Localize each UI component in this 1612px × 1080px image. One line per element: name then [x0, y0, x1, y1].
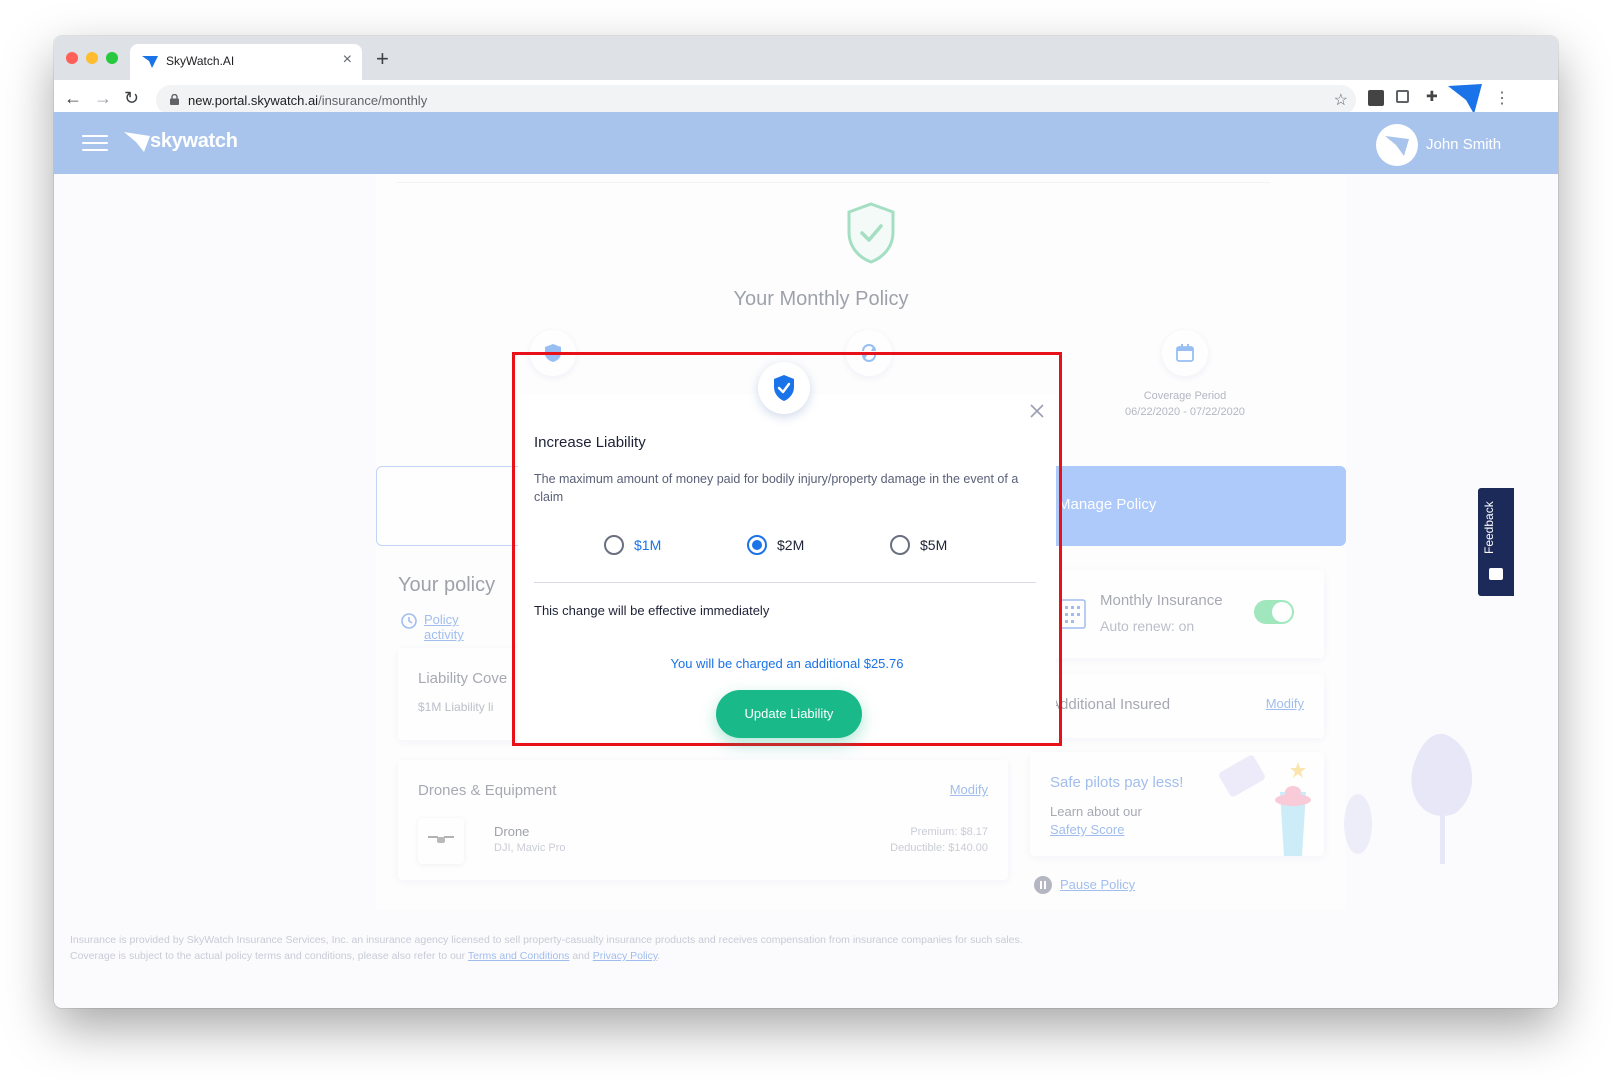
drone-deductible: Deductible: $140.00 — [890, 842, 988, 854]
auto-renew-status: Auto renew: on — [1100, 618, 1195, 634]
tree-illustration-icon — [1344, 733, 1473, 864]
auto-renew-toggle[interactable] — [1254, 600, 1294, 624]
close-tab-icon[interactable]: × — [343, 51, 352, 69]
liability-option-1m-label[interactable]: $1M — [634, 537, 661, 553]
extension-icon[interactable] — [1368, 90, 1384, 106]
pause-icon — [1034, 876, 1052, 894]
grid-extension-icon[interactable] — [1396, 90, 1409, 103]
back-icon[interactable]: ← — [64, 88, 82, 109]
shield-check-icon — [774, 375, 794, 401]
history-icon — [401, 613, 417, 629]
safety-score-link[interactable]: Safety Score — [1050, 822, 1124, 837]
close-icon[interactable] — [1028, 402, 1046, 420]
coverage-period-label: Coverage Period — [1143, 390, 1227, 402]
drone-name: Drone — [494, 824, 530, 839]
effective-notice: This change will be effective immediatel… — [534, 603, 770, 618]
lock-icon — [170, 94, 179, 105]
modal-title: Increase Liability — [534, 434, 646, 451]
page-title: Your Monthly Policy — [733, 288, 909, 310]
skywatch-logo-mark-icon — [124, 132, 150, 152]
browser-menu-icon[interactable]: ⋮ — [1494, 88, 1510, 108]
bookmark-star-icon[interactable]: ☆ — [1334, 90, 1348, 110]
coverage-period-stat — [1162, 330, 1208, 376]
url-domain: new.portal.skywatch.ai — [188, 93, 319, 108]
divider — [396, 182, 1270, 183]
avatar-logo-icon — [1385, 136, 1409, 156]
user-avatar[interactable] — [1376, 124, 1418, 166]
app-header: skywatch John Smith — [54, 112, 1558, 174]
charge-notice: You will be charged an additional $25.76 — [670, 656, 904, 671]
monthly-insurance-title: Monthly Insurance — [1100, 592, 1223, 609]
drone-premium: Premium: $8.17 — [910, 826, 988, 838]
monthly-insurance-panel: Monthly Insurance Auto renew: on — [1030, 570, 1324, 658]
drone-thumbnail — [418, 818, 464, 864]
puzzle-extensions-icon[interactable]: ✚ — [1426, 88, 1442, 104]
url-text: new.portal.skywatch.ai/insurance/monthly — [188, 93, 427, 108]
tab-title: SkyWatch.AI — [166, 54, 235, 68]
safety-promo-title: Safe pilots pay less! — [1050, 774, 1184, 791]
drone-icon — [428, 836, 454, 843]
safety-promo-text: Learn about our — [1050, 804, 1142, 819]
hamburger-menu-icon[interactable] — [82, 135, 108, 153]
close-window-button[interactable] — [66, 52, 78, 64]
liability-option-5m-label[interactable]: $5M — [920, 537, 947, 553]
liability-option-5m-radio[interactable] — [890, 535, 910, 555]
additional-insured-title: Additional Insured — [1050, 696, 1171, 713]
update-liability-button[interactable]: Update Liability — [716, 690, 862, 738]
drones-equipment-panel: Drones & Equipment Modify Drone DJI, Mav… — [398, 760, 1008, 880]
feedback-label: Feedback — [1482, 501, 1496, 554]
drones-equipment-title: Drones & Equipment — [418, 782, 557, 799]
safety-score-panel: Safe pilots pay less! Learn about our Sa… — [1030, 752, 1324, 856]
modal-divider — [534, 582, 1036, 583]
tab-strip: SkyWatch.AI × + — [54, 36, 1558, 80]
feedback-icon — [1489, 568, 1503, 580]
toggle-knob — [1272, 602, 1292, 622]
logo-text: skywatch — [150, 130, 238, 152]
policy-shield-icon — [847, 202, 895, 264]
liability-coverage-value: $1M Liability li — [418, 700, 494, 714]
drones-modify-link[interactable]: Modify — [950, 782, 988, 797]
terms-link[interactable]: Terms and Conditions — [468, 950, 570, 962]
liability-option-2m-radio[interactable] — [747, 535, 767, 555]
calendar-grid-icon — [1060, 599, 1086, 629]
skywatch-favicon-icon — [142, 56, 158, 68]
address-bar[interactable]: new.portal.skywatch.ai/insurance/monthly… — [156, 85, 1356, 115]
footer-end: . — [657, 950, 661, 962]
minimize-window-button[interactable] — [86, 52, 98, 64]
policy-activity-label: Policy activity — [424, 612, 464, 642]
user-name[interactable]: John Smith — [1426, 136, 1501, 153]
coverage-period-dates: 06/22/2020 - 07/22/2020 — [1125, 406, 1245, 418]
drone-model: DJI, Mavic Pro — [494, 842, 566, 854]
legal-footer: Insurance is provided by SkyWatch Insura… — [70, 932, 1050, 964]
liability-option-1m-radio[interactable] — [604, 535, 624, 555]
liability-option-2m-label[interactable]: $2M — [777, 537, 804, 553]
skywatch-extension-icon[interactable] — [1448, 84, 1482, 114]
liability-coverage-title: Liability Cove — [418, 670, 508, 687]
footer-and: and — [569, 950, 593, 962]
feedback-tab[interactable]: Feedback — [1478, 488, 1514, 596]
section-title: Your policy — [398, 574, 496, 596]
manage-policy-label: Manage Policy — [1058, 496, 1157, 513]
privacy-link[interactable]: Privacy Policy — [593, 950, 658, 962]
modal-description: The maximum amount of money paid for bod… — [534, 472, 1019, 504]
forward-icon[interactable]: → — [94, 88, 112, 109]
additional-insured-modify-link[interactable]: Modify — [1266, 696, 1304, 711]
policy-activity-link[interactable]: Policy activity — [400, 612, 464, 642]
url-path: /insurance/monthly — [318, 93, 428, 108]
gift-illustration-icon — [1219, 755, 1311, 856]
additional-insured-panel: Additional Insured Modify — [1030, 674, 1324, 738]
browser-tab[interactable]: SkyWatch.AI × — [130, 44, 362, 80]
pause-policy-label: Pause Policy — [1060, 877, 1136, 892]
calendar-icon — [1176, 344, 1194, 362]
new-tab-icon[interactable]: + — [376, 46, 389, 72]
maximize-window-button[interactable] — [106, 52, 118, 64]
reload-icon[interactable]: ↻ — [124, 88, 139, 109]
modal-badge — [758, 362, 810, 414]
